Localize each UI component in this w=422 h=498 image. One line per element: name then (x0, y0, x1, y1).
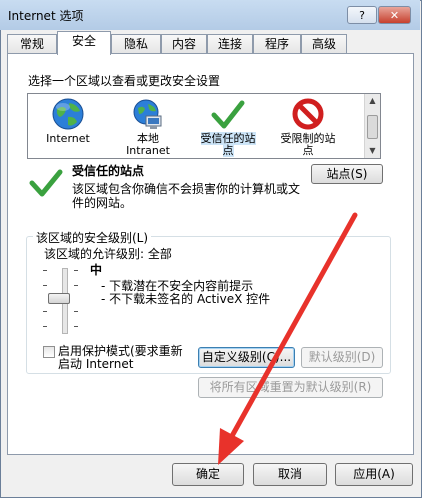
zone-restricted-label: 受限制的站 点 (280, 132, 336, 157)
zone-info-title: 受信任的站点 (72, 164, 145, 178)
slider-tick (74, 270, 78, 271)
zone-intranet-label: 本地 Intranet (126, 132, 170, 157)
zone-list: Internet 本地 Intranet 受信任的站 点 受限制的站 点 ▲ ▼ (27, 93, 381, 159)
protected-mode-label: 启用保护模式(要求重新 启动 Internet (58, 344, 183, 371)
slider-tick (74, 285, 78, 286)
cancel-button[interactable]: 取消 (253, 463, 327, 486)
custom-level-button[interactable]: 自定义级别(C)... (198, 347, 295, 368)
security-level-label: 该区域的安全级别(L) (33, 229, 152, 246)
tab-bar: 常规 安全 隐私 内容 连接 程序 高级 (7, 31, 357, 55)
tab-advanced[interactable]: 高级 (301, 34, 347, 54)
tab-security[interactable]: 安全 (57, 31, 111, 55)
scroll-thumb[interactable] (367, 115, 378, 139)
restricted-icon (292, 98, 324, 130)
zone-trusted-sites[interactable]: 受信任的站 点 (188, 94, 268, 158)
zone-local-intranet[interactable]: 本地 Intranet (108, 94, 188, 158)
slider-tick (43, 270, 47, 271)
zone-trusted-label: 受信任的站 点 (200, 132, 256, 157)
help-button[interactable]: ? (347, 6, 377, 24)
zone-internet[interactable]: Internet (28, 94, 108, 158)
protected-mode-checkbox[interactable] (43, 346, 55, 358)
slider-tick (74, 311, 78, 312)
scroll-up-icon[interactable]: ▲ (365, 94, 380, 108)
slider-tick (43, 311, 47, 312)
zone-info-description: 该区域包含你确信不会损害你的计算机或文 件的网站。 (72, 182, 301, 210)
reset-all-zones-button[interactable]: 将所有区域重置为默认级别(R) (198, 377, 383, 398)
security-bullet-2: - 不下载未签名的 ActiveX 控件 (101, 292, 271, 306)
tab-privacy[interactable]: 隐私 (111, 34, 161, 54)
tab-connections[interactable]: 连接 (207, 34, 253, 54)
security-level-name: 中 (90, 263, 103, 277)
zone-restricted-sites[interactable]: 受限制的站 点 (268, 94, 348, 158)
globe-icon (52, 98, 84, 130)
tab-general[interactable]: 常规 (7, 34, 57, 54)
slider-tick (43, 326, 47, 327)
window-title: Internet 选项 (8, 9, 84, 23)
default-level-button[interactable]: 默认级别(D) (301, 347, 383, 368)
slider-tick (74, 326, 78, 327)
zone-internet-label: Internet (46, 132, 90, 145)
intranet-icon (133, 99, 162, 129)
trusted-checkmark-icon (29, 169, 63, 197)
checkmark-icon (211, 100, 245, 129)
tab-programs[interactable]: 程序 (253, 34, 301, 54)
zone-prompt: 选择一个区域以查看或更改安全设置 (28, 74, 221, 88)
close-button[interactable]: ✕ (378, 6, 411, 24)
slider-tick (43, 285, 47, 286)
ok-button[interactable]: 确定 (172, 463, 244, 486)
tab-content[interactable]: 内容 (161, 34, 207, 54)
sites-button[interactable]: 站点(S) (311, 164, 383, 184)
allowed-levels-text: 该区域的允许级别: 全部 (44, 247, 172, 261)
apply-button[interactable]: 应用(A) (335, 463, 413, 486)
scroll-down-icon[interactable]: ▼ (365, 144, 380, 158)
security-level-slider-thumb[interactable] (48, 293, 70, 304)
zone-list-scrollbar[interactable]: ▲ ▼ (364, 94, 380, 158)
